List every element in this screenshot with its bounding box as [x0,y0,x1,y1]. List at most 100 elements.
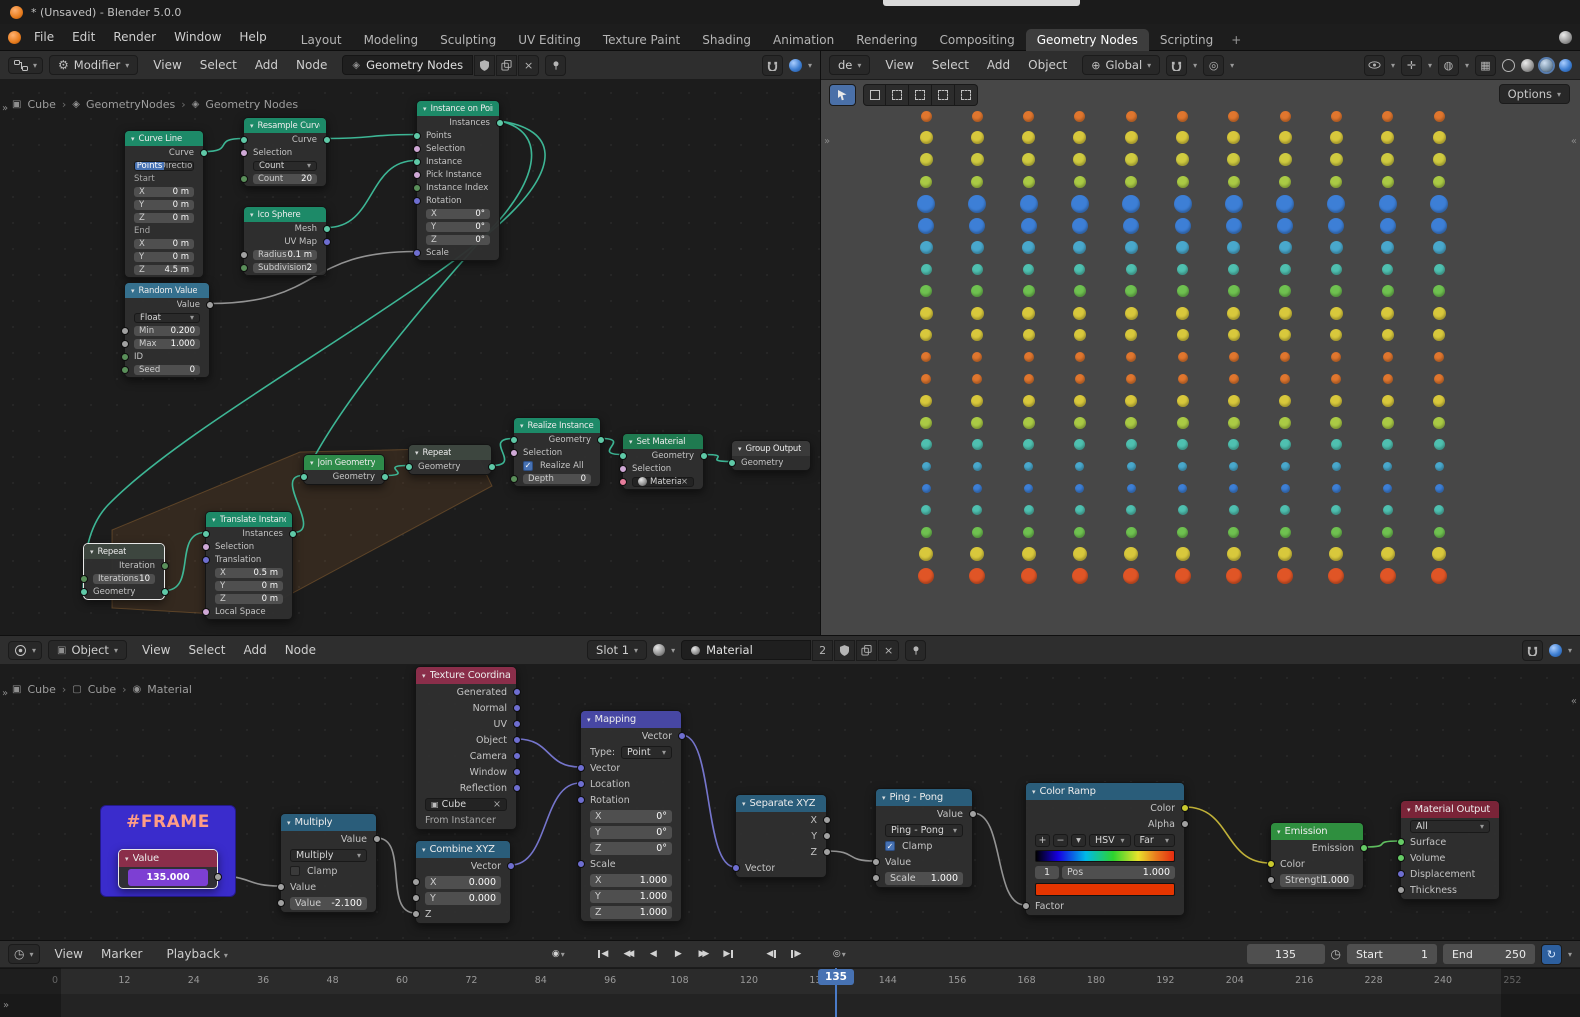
collapse-icon[interactable]: ▾ [1277,828,1281,836]
select-difference-button[interactable] [932,84,955,106]
mode-dropdown-clipped[interactable]: de ▾ [829,55,870,75]
color-ramp-output-socket[interactable] [1181,804,1189,812]
texture-coordinate-output-socket[interactable] [513,736,521,744]
select-subtract-button[interactable] [909,84,932,106]
ping-pong-input-socket[interactable] [872,874,880,882]
menu-view[interactable]: View [876,55,922,75]
curve-line-z[interactable]: Z0 m [125,211,203,224]
collapse-icon[interactable]: ▾ [1407,806,1411,814]
color-ramp-ramptools[interactable]: +−▾HSV▾Far▾ [1026,832,1184,848]
node-material-output[interactable]: ▾Material OutputAll▾SurfaceVolumeDisplac… [1400,800,1500,900]
mapping-header[interactable]: ▾Mapping [581,711,681,728]
current-frame-field[interactable]: 135 [1247,944,1325,964]
instance-on-points-input-socket[interactable] [413,184,421,192]
menu-select[interactable]: Select [179,640,234,660]
translate-instances-input-socket[interactable] [202,543,210,551]
random-value-header[interactable]: ▾Random Value [125,283,209,298]
instance-on-points-input-socket[interactable] [413,197,421,205]
mapping-x[interactable]: X1.000 [581,872,681,888]
repeat-input-input-socket[interactable] [80,588,88,596]
repeat-input-output-socket[interactable] [161,588,169,596]
menu-node[interactable]: Node [276,640,325,660]
overlays-button[interactable]: ◍ [1438,55,1459,76]
ico-sphere-output-socket[interactable] [323,238,331,246]
combine-xyz-input-socket[interactable] [412,910,420,918]
next-keyframe-button[interactable]: ▶▶ [694,944,713,964]
realize-instances-output-socket[interactable] [597,436,605,444]
instance-on-points-y[interactable]: Y0° [417,220,499,233]
instance-on-points-input-socket[interactable] [413,249,421,257]
unlink-button[interactable]: × [878,640,899,661]
realize-instances-depth[interactable]: Depth0 [514,472,600,485]
color-ramp-output-socket[interactable] [1181,820,1189,828]
ico-sphere-input-socket[interactable] [240,264,248,272]
repeat-input-input-socket[interactable] [80,575,88,583]
workspace-tab-compositing[interactable]: Compositing [928,29,1025,51]
resample-curve-input-socket[interactable] [240,175,248,183]
instance-on-points-output-socket[interactable] [496,119,504,127]
menu-window[interactable]: Window [165,27,230,47]
chevron-down-icon[interactable]: ▾ [671,646,675,655]
collapse-arrow[interactable]: « [1571,696,1577,707]
menu-select[interactable]: Select [191,55,246,75]
node-ping-pong[interactable]: ▾Ping - PongValuePing - Pong▾✓ClampValue… [875,788,973,888]
material-users-button[interactable]: 2 [812,640,833,661]
collapse-icon[interactable]: ▾ [212,516,216,524]
node-combine-xyz[interactable]: ▾Combine XYZVectorX0.000Y0.000Z [415,840,511,924]
curve-line-header[interactable]: ▾Curve Line [125,131,203,146]
select-box-button[interactable] [863,84,886,106]
repeat-input-output-socket[interactable] [161,562,169,570]
math-multiply-input-socket[interactable] [277,899,285,907]
expand-arrow[interactable]: » [2,688,8,699]
shading-material-button[interactable] [1540,59,1553,72]
texture-coordinate-output-socket[interactable] [513,784,521,792]
mapping-type[interactable]: Type:Point▾ [581,744,681,760]
frame-forward-button[interactable]: ▶ [787,944,806,964]
emission-strength[interactable]: Strength1.000 [1271,872,1363,888]
curve-line-x[interactable]: X0 m [125,185,203,198]
emission-input-socket[interactable] [1267,860,1275,868]
translate-instances-input-socket[interactable] [202,530,210,538]
jump-to-end-button[interactable]: ▶ [719,944,738,964]
instance-on-points-header[interactable]: ▾Instance on Points [417,101,499,116]
editor-type-button[interactable]: ◷ ▾ [8,944,40,964]
math-multiply-input-socket[interactable] [277,883,285,891]
shading-solid-button[interactable] [1521,59,1534,72]
collapse-icon[interactable]: ▾ [1032,788,1036,796]
set-material-header[interactable]: ▾Set Material [623,434,703,449]
unlink-button[interactable]: × [518,55,539,76]
chevron-down-icon[interactable]: ▾ [1465,61,1469,70]
translate-instances-input-socket[interactable] [202,556,210,564]
separate-xyz-output-socket[interactable] [823,816,831,824]
instance-on-points-input-socket[interactable] [413,171,421,179]
mapping-x[interactable]: X0° [581,808,681,824]
menu-add[interactable]: Add [978,55,1019,75]
combine-xyz-x[interactable]: X0.000 [416,874,510,890]
new-material-button[interactable] [856,640,877,661]
node-resample-curve[interactable]: ▾Resample CurveCurveSelectionCount▾Count… [243,117,327,187]
realize-instances-input-socket[interactable] [510,475,518,483]
node-instance-on-points[interactable]: ▾Instance on PointsInstancesPointsSelect… [416,100,500,261]
menu-node[interactable]: Node [287,55,336,75]
instance-on-points-input-socket[interactable] [413,132,421,140]
node-set-material[interactable]: ▾Set MaterialGeometrySelectionMaterial× [622,433,704,490]
node-group-output[interactable]: ▾Group OutputGeometry [731,440,811,471]
node-ico-sphere[interactable]: ▾Ico SphereMeshUV MapRadius0.1 mSubdivis… [243,206,327,276]
translate-instances-z[interactable]: Z0 m [206,592,292,605]
expand-arrow[interactable]: » [3,1000,9,1011]
shader-type-dropdown[interactable]: ▣ Object ▾ [48,640,127,660]
node-mapping[interactable]: ▾MappingVectorType:Point▾VectorLocationR… [580,710,682,922]
visibility-button[interactable] [1364,55,1385,76]
menu-render[interactable]: Render [104,27,165,47]
translate-instances-y[interactable]: Y0 m [206,579,292,592]
pin-button[interactable] [905,640,926,661]
instance-on-points-input-socket[interactable] [413,158,421,166]
pin-button[interactable] [545,55,566,76]
node-texture-coordinate[interactable]: ▾Texture CoordinateGeneratedNormalUVObje… [415,666,517,830]
material-output-input-socket[interactable] [1397,886,1405,894]
mapping-y[interactable]: Y1.000 [581,888,681,904]
join-geometry-input-socket[interactable] [300,473,308,481]
playhead-frame-badge[interactable]: 135 [818,969,854,985]
select-extend-button[interactable] [886,84,909,106]
curve-line-z[interactable]: Z4.5 m [125,263,203,276]
